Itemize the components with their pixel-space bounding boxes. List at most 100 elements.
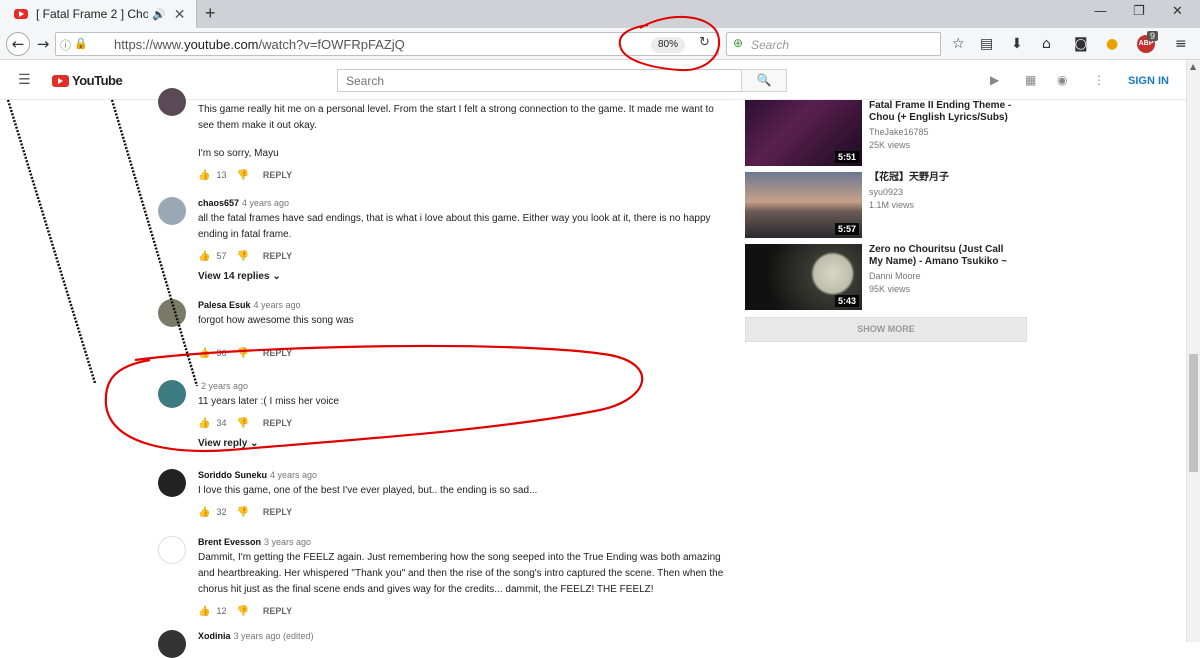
comment-actions: 👍 36 👎 REPLY <box>198 346 728 360</box>
video-channel[interactable]: Danni Moore <box>869 271 1019 281</box>
sign-in-button[interactable]: SIGN IN <box>1128 75 1169 87</box>
thumbs-up-icon[interactable]: 👍 <box>198 348 210 359</box>
comment-line: I'm so sorry, Mayu <box>198 148 279 159</box>
upload-video-icon[interactable]: ▶ <box>990 73 999 87</box>
comment-author[interactable]: Brent Evesson <box>198 537 261 547</box>
view-replies-button[interactable]: View reply ⌄ <box>198 438 728 449</box>
video-channel[interactable]: syu0923 <box>869 187 1019 197</box>
comment-actions: 👍 32 👎 REPLY <box>198 505 728 519</box>
thumbs-up-icon[interactable]: 👍 <box>198 418 210 429</box>
scroll-up-icon[interactable]: ▲ <box>1190 62 1196 71</box>
thumbs-down-icon[interactable]: 👎 <box>236 348 248 359</box>
video-thumbnail[interactable]: 5:51 <box>745 100 862 166</box>
thumbs-down-icon[interactable]: 👎 <box>236 418 248 429</box>
apps-grid-icon[interactable]: ▦ <box>1025 73 1036 87</box>
video-thumbnail[interactable]: 5:43 <box>745 244 862 310</box>
video-thumbnail[interactable]: 5:57 <box>745 172 862 238</box>
dotted-line-left <box>6 99 97 384</box>
search-button[interactable]: 🔍 <box>741 69 787 92</box>
browser-tab[interactable]: [ Fatal Frame 2 ] Chou - 🔊 ✕ <box>0 0 197 28</box>
video-title[interactable]: 【花冠】天野月子 <box>869 172 1019 184</box>
view-replies-button[interactable]: View 14 replies ⌄ <box>198 271 728 282</box>
thumbs-down-icon[interactable]: 👎 <box>236 170 248 181</box>
video-title[interactable]: Fatal Frame II Ending Theme - Chou (+ En… <box>869 100 1019 124</box>
avatar[interactable] <box>158 536 186 564</box>
close-tab-icon[interactable]: ✕ <box>174 6 186 23</box>
new-tab-button[interactable]: + <box>205 3 216 24</box>
tab-title: [ Fatal Frame 2 ] Chou - <box>36 7 148 21</box>
youtube-search-field[interactable] <box>337 69 742 92</box>
messages-icon[interactable]: ◉ <box>1057 73 1067 87</box>
info-icon[interactable]: ⓘ <box>60 37 71 53</box>
youtube-logo[interactable]: YouTube <box>52 73 123 88</box>
thumbs-up-icon[interactable]: 👍 <box>198 251 210 262</box>
reply-button[interactable]: REPLY <box>263 348 292 358</box>
reload-icon[interactable]: ↻ <box>699 35 710 50</box>
avatar[interactable] <box>158 299 186 327</box>
thumbs-down-icon[interactable]: 👎 <box>236 251 248 262</box>
video-title[interactable]: Zero no Chouritsu (Just Call My Name) - … <box>869 244 1019 268</box>
search-engine-icon[interactable]: ⊕ <box>733 36 743 50</box>
avatar[interactable] <box>158 197 186 225</box>
comment-actions: 👍 57 👎 REPLY <box>198 249 728 263</box>
url-bar[interactable]: ⓘ 🔒 https://www.youtube.com/watch?v=fOWF… <box>55 32 719 56</box>
browser-nav-bar: ← → ⓘ 🔒 https://www.youtube.com/watch?v=… <box>0 28 1200 60</box>
avatar[interactable] <box>158 88 186 116</box>
comment-time[interactable]: 4 years ago <box>242 198 289 208</box>
comment-line <box>198 134 728 146</box>
bookmark-star-icon[interactable]: ☆ <box>952 36 965 52</box>
reply-button[interactable]: REPLY <box>263 418 292 428</box>
show-more-button[interactable]: SHOW MORE <box>745 317 1027 342</box>
url-text[interactable]: https://www.youtube.com/watch?v=fOWFRpFA… <box>114 37 405 52</box>
comment-author[interactable]: Soriddo Suneku <box>198 470 267 480</box>
reply-button[interactable]: REPLY <box>263 606 292 616</box>
like-count: 13 <box>216 170 227 180</box>
recommended-video[interactable]: 5:51 Fatal Frame II Ending Theme - Chou … <box>745 100 1035 166</box>
menu-icon[interactable]: ≡ <box>1175 36 1187 52</box>
avatar[interactable] <box>158 469 186 497</box>
thumbs-up-icon[interactable]: 👍 <box>198 170 210 181</box>
comment-author[interactable]: chaos657 <box>198 198 239 208</box>
page-scrollbar[interactable]: ▲ <box>1186 60 1200 642</box>
hamburger-menu-icon[interactable]: ☰ <box>18 72 31 88</box>
forward-button[interactable]: → <box>32 33 54 55</box>
close-window-icon[interactable]: ✕ <box>1172 4 1183 19</box>
download-icon[interactable]: ⬇ <box>1011 36 1023 52</box>
video-channel[interactable]: TheJake16785 <box>869 127 1019 137</box>
video-views: 95K views <box>869 284 911 294</box>
pocket-icon[interactable]: ◙ <box>1074 36 1088 52</box>
comment-time[interactable]: 2 years ago <box>201 381 248 391</box>
thumbs-up-icon[interactable]: 👍 <box>198 507 210 518</box>
comment-author[interactable]: Xodinia <box>198 631 231 641</box>
youtube-search-input[interactable] <box>338 70 742 91</box>
minimize-icon[interactable]: — <box>1094 4 1107 19</box>
comment-time[interactable]: 4 years ago <box>270 470 317 480</box>
comment-author[interactable]: Palesa Esuk <box>198 300 251 310</box>
zoom-level[interactable]: 80% <box>651 37 685 53</box>
thumbs-down-icon[interactable]: 👎 <box>236 606 248 617</box>
recommended-video[interactable]: 5:57 【花冠】天野月子 syu0923 1.1M views <box>745 172 1035 238</box>
recommended-video[interactable]: 5:43 Zero no Chouritsu (Just Call My Nam… <box>745 244 1035 310</box>
thumbs-up-icon[interactable]: 👍 <box>198 606 210 617</box>
lightbulb-icon[interactable]: ● <box>1106 36 1118 52</box>
library-icon[interactable]: ▤ <box>980 36 993 52</box>
avatar[interactable] <box>158 380 186 408</box>
browser-search-bar[interactable]: ⊕ Search <box>726 32 941 56</box>
reply-button[interactable]: REPLY <box>263 507 292 517</box>
restore-icon[interactable]: ❐ <box>1133 4 1145 19</box>
scrollbar-thumb[interactable] <box>1189 354 1198 472</box>
home-icon[interactable]: ⌂ <box>1042 36 1051 52</box>
like-count: 34 <box>216 418 227 428</box>
video-views: 25K views <box>869 140 911 150</box>
speaker-icon[interactable]: 🔊 <box>152 8 166 21</box>
back-button[interactable]: ← <box>6 32 30 56</box>
more-options-icon[interactable]: ⋮ <box>1093 73 1105 87</box>
reply-button[interactable]: REPLY <box>263 170 292 180</box>
reply-button[interactable]: REPLY <box>263 251 292 261</box>
comment-time[interactable]: 3 years ago <box>264 537 311 547</box>
video-views: 1.1M views <box>869 200 915 210</box>
comment-time[interactable]: 4 years ago <box>254 300 301 310</box>
thumbs-down-icon[interactable]: 👎 <box>236 507 248 518</box>
avatar[interactable] <box>158 630 186 658</box>
comment-time[interactable]: 3 years ago (edited) <box>234 631 314 641</box>
